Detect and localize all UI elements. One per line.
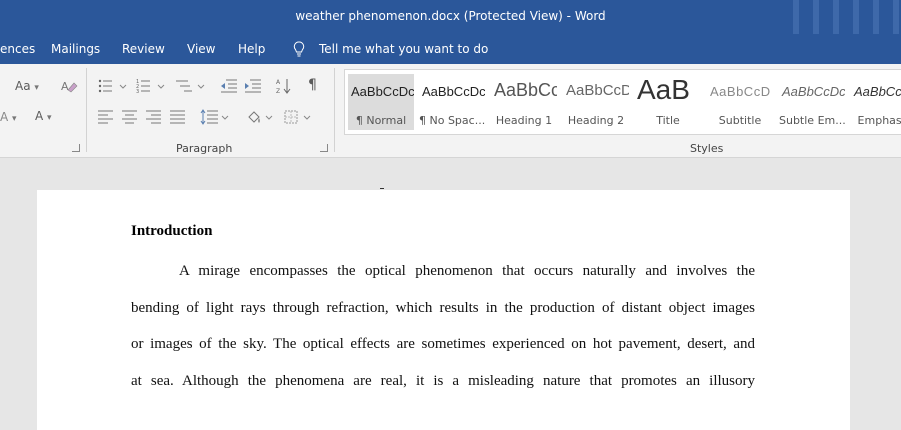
style-label: Subtitle <box>718 114 762 127</box>
tell-me-search[interactable]: Tell me what you want to do <box>319 42 488 56</box>
align-center-icon[interactable] <box>122 110 138 124</box>
document-page[interactable]: Introduction A mirage encompasses the op… <box>37 188 850 430</box>
paragraph-group-label: Paragraph <box>176 142 233 155</box>
sort-icon[interactable]: AZ <box>276 77 292 95</box>
decrease-indent-icon[interactable] <box>220 78 238 94</box>
clear-formatting-icon[interactable]: A <box>60 78 78 94</box>
paragraph-line: A mirage encompasses the optical phenome… <box>179 263 755 279</box>
styles-gallery: AaBbCcDc ¶ Normal AaBbCcDc ¶ No Spac... … <box>344 69 901 135</box>
style-label: Emphasis <box>857 114 901 127</box>
title-bar: weather phenomenon.docx (Protected View)… <box>0 0 901 34</box>
tab-help[interactable]: Help <box>238 42 265 56</box>
group-separator <box>86 68 87 152</box>
style-no-spacing[interactable]: AaBbCcDc ¶ No Spac... <box>419 74 485 130</box>
style-preview: AaBbCcDc <box>351 84 414 99</box>
style-preview: AaBbCcD <box>566 82 629 99</box>
document-heading: Introduction <box>131 223 213 239</box>
align-left-icon[interactable] <box>98 110 114 124</box>
style-label: Title <box>656 114 680 127</box>
line-spacing-icon[interactable] <box>200 109 230 125</box>
multilevel-list-icon[interactable] <box>176 78 206 94</box>
font-dialog-launcher-icon[interactable] <box>72 144 80 152</box>
page-mark <box>380 188 384 189</box>
style-heading-2[interactable]: AaBbCcD Heading 2 <box>563 74 629 130</box>
paragraph-line: or images of the sky. The optical effect… <box>131 336 755 352</box>
borders-icon[interactable] <box>284 109 314 125</box>
style-label: Heading 2 <box>567 114 625 127</box>
lightbulb-icon[interactable] <box>293 41 305 57</box>
numbering-icon[interactable]: 1 2 3 <box>136 78 166 94</box>
style-normal[interactable]: AaBbCcDc ¶ Normal <box>348 74 414 130</box>
align-right-icon[interactable] <box>146 110 162 124</box>
text-effects-icon[interactable]: A ▾ <box>0 110 17 126</box>
style-preview: AaBbCcDc <box>422 84 485 99</box>
style-label: ¶ Normal <box>355 114 407 127</box>
style-preview: AaBbCcDc <box>854 84 901 99</box>
style-subtitle[interactable]: AaBbCcD Subtitle <box>707 74 773 130</box>
style-heading-1[interactable]: AaBbCc Heading 1 <box>491 74 557 130</box>
style-preview: AaBbCcD <box>710 84 771 99</box>
svg-text:Z: Z <box>276 88 280 95</box>
font-color-button[interactable]: A ▾ <box>35 109 52 125</box>
style-preview: AaBbCc <box>494 80 557 100</box>
ribbon-tabs: ences Mailings Review View Help Tell me … <box>0 34 901 64</box>
show-formatting-marks-icon[interactable]: ¶ <box>308 78 317 92</box>
svg-text:A: A <box>276 79 281 86</box>
tab-review[interactable]: Review <box>122 42 165 56</box>
paragraph-line: at sea. Although the phenomena are real,… <box>131 373 755 389</box>
document-area: Introduction A mirage encompasses the op… <box>0 158 901 430</box>
tab-references[interactable]: ences <box>0 42 35 56</box>
title-bar-pattern <box>791 0 901 34</box>
style-subtle-emphasis[interactable]: AaBbCcDc Subtle Em... <box>779 74 845 130</box>
style-emphasis[interactable]: AaBbCcDc Emphasis <box>851 74 901 130</box>
svg-text:3: 3 <box>136 89 139 94</box>
paragraph-line: bending of light rays through refraction… <box>131 300 755 316</box>
style-label: Subtle Em... <box>779 114 845 127</box>
change-case-button[interactable]: Aa ▾ <box>15 79 39 95</box>
group-separator <box>334 68 335 152</box>
style-label: Heading 1 <box>495 114 553 127</box>
style-title[interactable]: AaB Title <box>635 74 701 130</box>
justify-icon[interactable] <box>170 110 186 124</box>
svg-text:A: A <box>61 80 69 93</box>
increase-indent-icon[interactable] <box>244 78 262 94</box>
shading-icon[interactable] <box>246 109 276 125</box>
ribbon: Aa ▾ A A ▾ A ▾ 1 2 3 AZ ¶ Paragraph AaBb… <box>0 64 901 158</box>
bullets-icon[interactable] <box>98 78 128 94</box>
style-preview: AaB <box>637 74 690 105</box>
window-title: weather phenomenon.docx (Protected View)… <box>295 9 606 23</box>
styles-group-label: Styles <box>690 142 724 155</box>
tab-view[interactable]: View <box>187 42 215 56</box>
paragraph-dialog-launcher-icon[interactable] <box>320 144 328 152</box>
style-preview: AaBbCcDc <box>782 84 845 99</box>
style-label: ¶ No Spac... <box>419 114 485 127</box>
tab-mailings[interactable]: Mailings <box>51 42 100 56</box>
